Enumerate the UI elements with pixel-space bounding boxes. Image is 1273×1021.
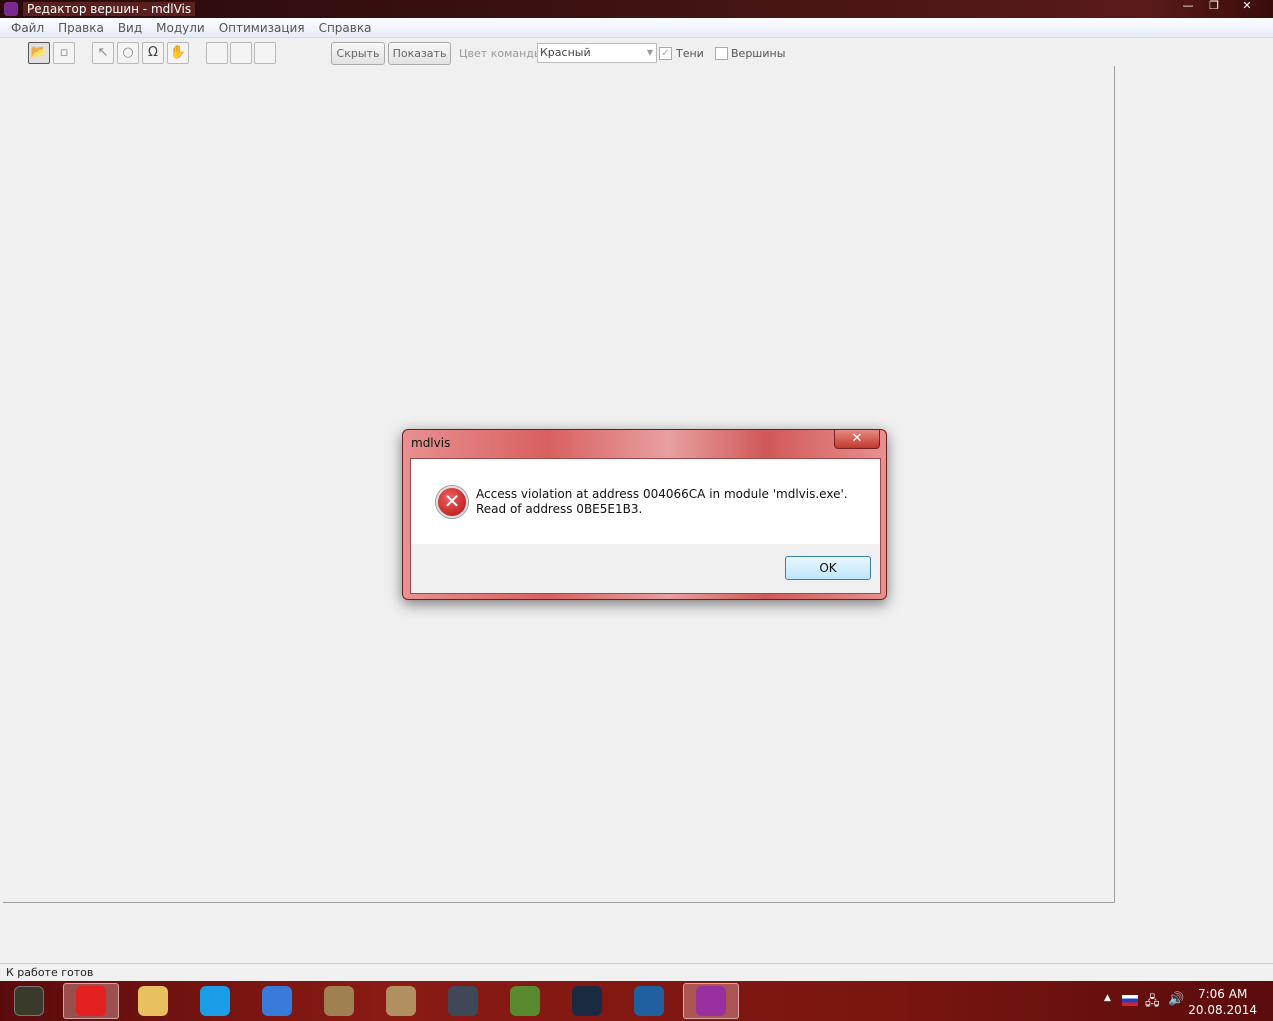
mdlvis-icon: [696, 986, 726, 1016]
select-arrow-icon[interactable]: ↖: [92, 42, 114, 64]
taskbar-app-mdlvis[interactable]: [683, 983, 739, 1019]
menu-help[interactable]: Справка: [312, 21, 379, 35]
taskbar-app-file-explorer[interactable]: [125, 983, 181, 1019]
toolbar: 📂 ▫ ↖ ○ Ω ✋ Скрыть Показать Цвет команды…: [0, 40, 1273, 66]
shadows-checkbox[interactable]: ✓: [659, 47, 672, 60]
taskbar: ▲ 🖧 🔊 7:06 AM 20.08.2014: [0, 981, 1273, 1021]
minimize-button[interactable]: —: [1175, 0, 1201, 14]
show-hidden-icons[interactable]: ▲: [1104, 993, 1111, 1003]
taskbar-app-yandex-browser[interactable]: [63, 983, 119, 1019]
taskbar-app-minecraft[interactable]: [497, 983, 553, 1019]
save-icon[interactable]: ▫: [53, 42, 75, 64]
quill-tool-icon: [324, 986, 354, 1016]
error-icon: ✕: [436, 486, 468, 518]
window-title: Редактор вершин - mdlVis: [23, 2, 196, 16]
menu-file[interactable]: Файл: [4, 21, 51, 35]
volume-icon[interactable]: 🔊: [1168, 992, 1184, 1007]
taskbar-app-scroll-tool[interactable]: [373, 983, 429, 1019]
steam-icon: [572, 986, 602, 1016]
title-bar: Редактор вершин - mdlVis — ❐ ✕: [0, 0, 1273, 18]
taskbar-app-steam[interactable]: [559, 983, 615, 1019]
hide-button[interactable]: Скрыть: [331, 42, 385, 65]
open-folder-icon[interactable]: 📂: [28, 42, 50, 64]
clock-date: 20.08.2014: [1188, 1003, 1257, 1017]
taskbar-app-warcraft[interactable]: [435, 983, 491, 1019]
error-dialog: mdlvis ✕ ✕ Access violation at address 0…: [402, 429, 887, 600]
minecraft-icon: [510, 986, 540, 1016]
vertices-checkbox[interactable]: [715, 47, 728, 60]
menu-modules[interactable]: Модули: [149, 21, 212, 35]
file-explorer-icon: [138, 986, 168, 1016]
team-color-label: Цвет команды:: [459, 47, 547, 60]
hand-pan-icon[interactable]: ✋: [167, 42, 189, 64]
menu-bar: Файл Правка Вид Модули Оптимизация Справ…: [0, 18, 1273, 38]
shadows-label: Тени: [676, 47, 704, 60]
team-color-value: Красный: [540, 46, 591, 59]
lasso-circle-icon[interactable]: ○: [117, 42, 139, 64]
app-c-icon: [262, 986, 292, 1016]
tool-blank-2[interactable]: [230, 42, 252, 64]
tool-blank-3[interactable]: [254, 42, 276, 64]
clock[interactable]: 7:06 AM 20.08.2014: [1188, 986, 1257, 1018]
dialog-title: mdlvis: [411, 436, 451, 450]
menu-edit[interactable]: Правка: [51, 21, 111, 35]
menu-optimization[interactable]: Оптимизация: [212, 21, 312, 35]
app-icon: [4, 2, 18, 16]
taskbar-app-quill-tool[interactable]: [311, 983, 367, 1019]
menu-view[interactable]: Вид: [111, 21, 149, 35]
battlenet-icon: [634, 986, 664, 1016]
close-button[interactable]: ✕: [1227, 0, 1267, 14]
show-button[interactable]: Показать: [388, 42, 451, 65]
network-icon[interactable]: 🖧: [1145, 992, 1160, 1014]
start-button[interactable]: [4, 983, 54, 1019]
status-bar: К работе готов: [0, 963, 1273, 981]
vertices-label: Вершины: [731, 47, 786, 60]
tool-blank-1[interactable]: [206, 42, 228, 64]
language-flag-icon[interactable]: [1122, 995, 1138, 1006]
scroll-tool-icon: [386, 986, 416, 1016]
skype-icon: [200, 986, 230, 1016]
rotate-icon[interactable]: Ω: [142, 42, 164, 64]
windows-logo-icon: [14, 986, 44, 1016]
taskbar-app-app-c[interactable]: [249, 983, 305, 1019]
system-tray: ▲ 🖧 🔊 7:06 AM 20.08.2014: [1093, 981, 1273, 1021]
taskbar-app-battlenet[interactable]: [621, 983, 677, 1019]
warcraft-icon: [448, 986, 478, 1016]
taskbar-app-skype[interactable]: [187, 983, 243, 1019]
chevron-down-icon: ▼: [646, 48, 653, 57]
maximize-button[interactable]: ❐: [1201, 0, 1227, 14]
ok-button[interactable]: OK: [785, 556, 871, 580]
clock-time: 7:06 AM: [1197, 987, 1248, 1001]
error-message: Access violation at address 004066CA in …: [476, 487, 848, 516]
yandex-browser-icon: [76, 986, 106, 1016]
dialog-close-button[interactable]: ✕: [834, 430, 880, 449]
team-color-select[interactable]: Красный ▼: [537, 43, 657, 63]
